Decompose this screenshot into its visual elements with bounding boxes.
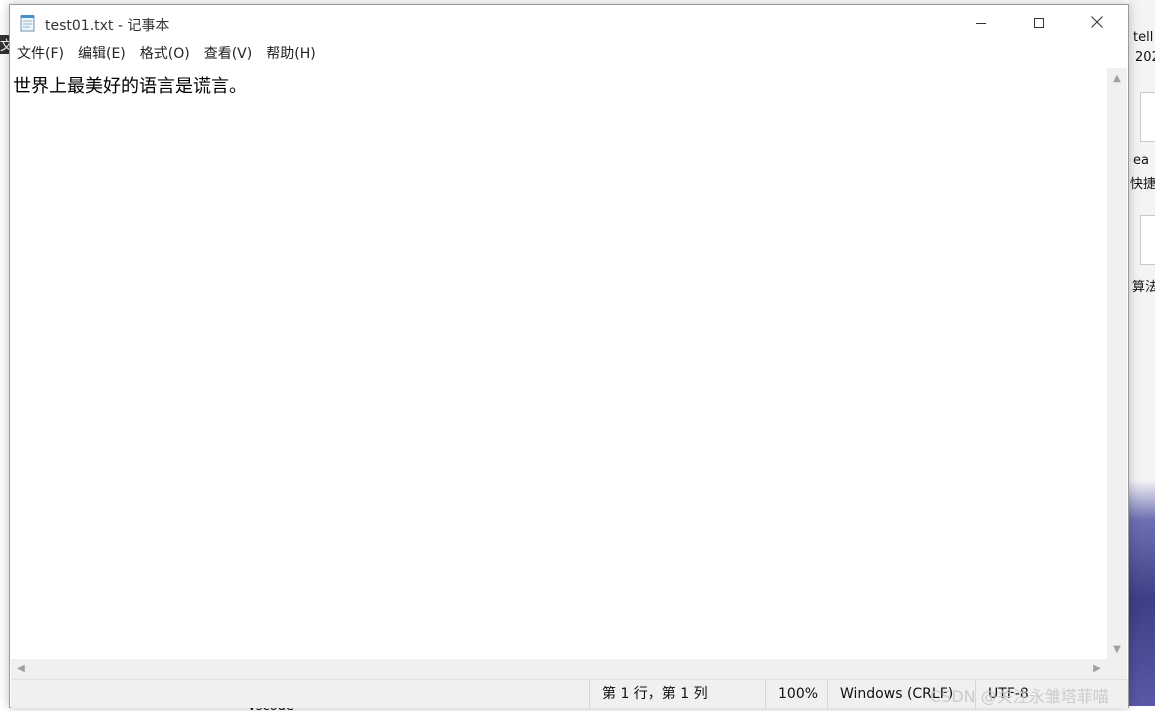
desktop-file-icon[interactable]: [1140, 215, 1155, 265]
scroll-up-icon[interactable]: ▲: [1109, 73, 1125, 84]
desktop-fragment: 文: [0, 35, 9, 54]
minimize-button[interactable]: [952, 5, 1010, 41]
notepad-window: test01.txt - 记事本 文件(F) 编辑(E) 格式(O) 查看(V)…: [9, 4, 1129, 708]
maximize-icon: [1033, 14, 1045, 33]
menu-bar: 文件(F) 编辑(E) 格式(O) 查看(V) 帮助(H): [10, 43, 323, 65]
desktop-fragment: 快捷: [1130, 177, 1155, 192]
maximize-button[interactable]: [1010, 5, 1068, 41]
notepad-icon: [20, 14, 35, 32]
menu-format[interactable]: 格式(O): [133, 43, 197, 65]
scrollbar-corner: [1107, 659, 1127, 679]
desktop-fragment: 算法: [1132, 280, 1155, 295]
scroll-right-icon[interactable]: ▶: [1089, 663, 1105, 674]
horizontal-scrollbar[interactable]: ◀ ▶: [11, 659, 1107, 679]
menu-help[interactable]: 帮助(H): [259, 43, 322, 65]
editor-content[interactable]: 世界上最美好的语言是谎言。: [13, 72, 247, 98]
vertical-scroll-track[interactable]: [1109, 92, 1125, 637]
menu-edit[interactable]: 编辑(E): [71, 43, 133, 65]
status-cursor-position: 第 1 行，第 1 列: [589, 680, 765, 708]
text-editor[interactable]: 世界上最美好的语言是谎言。: [11, 68, 1107, 659]
title-bar[interactable]: test01.txt - 记事本: [10, 5, 1128, 41]
close-icon: [1090, 14, 1104, 33]
desktop-fragment: ea: [1133, 153, 1149, 168]
scroll-left-icon[interactable]: ◀: [13, 663, 29, 674]
watermark: CSDN @关注永雏塔菲喵: [930, 687, 1109, 706]
minimize-icon: [975, 14, 987, 33]
menu-file[interactable]: 文件(F): [10, 43, 71, 65]
desktop-fragment: 202: [1135, 50, 1155, 65]
scroll-down-icon[interactable]: ▼: [1109, 644, 1125, 655]
close-button[interactable]: [1068, 5, 1126, 41]
desktop-file-icon[interactable]: [1140, 92, 1155, 142]
window-title: test01.txt - 记事本: [45, 18, 170, 34]
vertical-scrollbar[interactable]: ▲ ▼: [1107, 68, 1127, 659]
menu-view[interactable]: 查看(V): [197, 43, 260, 65]
status-zoom: 100%: [765, 680, 827, 708]
desktop-fragment: tell: [1133, 30, 1154, 45]
